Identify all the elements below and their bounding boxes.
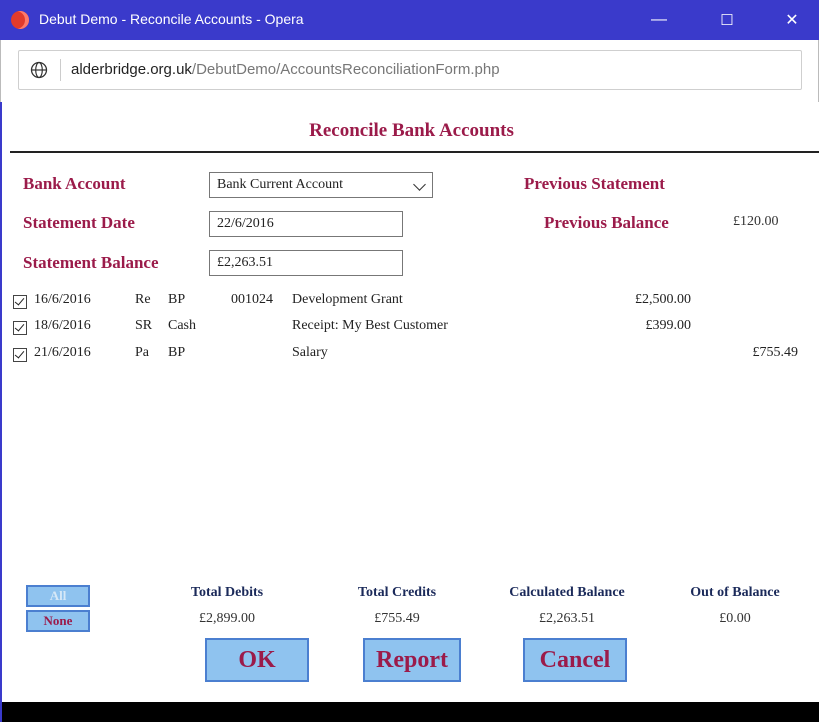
calculated-balance-value: £2,263.51 [539, 611, 595, 626]
maximize-button[interactable]: ☐ [704, 0, 750, 40]
total-credits-label: Total Credits [357, 585, 437, 600]
out-of-balance-value: £0.00 [719, 611, 751, 626]
transaction-type: Re [135, 292, 151, 307]
transaction-row: 21/6/2016 Pa BP Salary £755.49 [2, 345, 819, 369]
cancel-button[interactable]: Cancel [523, 638, 627, 682]
previous-statement-label: Previous Statement [524, 174, 665, 193]
bank-account-label: Bank Account [23, 174, 126, 193]
heading-divider [10, 151, 819, 153]
transaction-method: BP [168, 292, 186, 307]
close-button[interactable]: ✕ [769, 0, 815, 40]
out-of-balance-label: Out of Balance [690, 585, 780, 600]
url-text: alderbridge.org.uk/DebutDemo/AccountsRec… [71, 61, 500, 78]
minimize-button[interactable]: — [636, 0, 682, 40]
address-bar: alderbridge.org.uk/DebutDemo/AccountsRec… [0, 40, 819, 102]
window-titlebar: Debut Demo - Reconcile Accounts - Opera … [0, 0, 819, 40]
globe-icon [30, 61, 48, 79]
transaction-date: 16/6/2016 [34, 292, 91, 307]
transaction-debit: £399.00 [645, 318, 692, 333]
statement-date-label: Statement Date [23, 213, 135, 232]
transaction-date: 18/6/2016 [34, 318, 91, 333]
bottom-bar [2, 702, 819, 722]
transaction-type: Pa [135, 345, 149, 360]
statement-balance-label: Statement Balance [23, 253, 159, 272]
bank-account-selected: Bank Current Account [217, 177, 343, 192]
window-title: Debut Demo - Reconcile Accounts - Opera [39, 11, 304, 27]
statement-date-input[interactable]: 22/6/2016 [209, 211, 403, 237]
transaction-credit: £755.49 [752, 345, 799, 360]
previous-balance-value: £120.00 [733, 214, 779, 229]
url-field[interactable]: alderbridge.org.uk/DebutDemo/AccountsRec… [18, 50, 802, 90]
transaction-checkbox[interactable] [13, 295, 27, 309]
select-all-button[interactable]: All [26, 585, 90, 607]
transaction-method: Cash [168, 318, 196, 333]
total-debits-value: £2,899.00 [199, 611, 255, 626]
report-button[interactable]: Report [363, 638, 461, 682]
url-domain: alderbridge.org.uk [71, 61, 192, 78]
transaction-description: Receipt: My Best Customer [292, 318, 448, 333]
transaction-row: 16/6/2016 Re BP 001024 Development Grant… [2, 292, 819, 316]
transaction-method: BP [168, 345, 186, 360]
previous-balance-label: Previous Balance [544, 213, 669, 232]
page-content: Reconcile Bank Accounts Bank Account Ban… [0, 102, 819, 722]
transaction-checkbox[interactable] [13, 348, 27, 362]
calculated-balance-label: Calculated Balance [509, 585, 625, 600]
opera-logo-icon [11, 11, 29, 29]
url-path: /DebutDemo/AccountsReconciliationForm.ph… [191, 61, 500, 78]
select-none-button[interactable]: None [26, 610, 90, 632]
total-debits-label: Total Debits [190, 585, 264, 600]
transaction-description: Development Grant [292, 292, 403, 307]
transaction-date: 21/6/2016 [34, 345, 91, 360]
transaction-checkbox[interactable] [13, 321, 27, 335]
ok-button[interactable]: OK [205, 638, 309, 682]
transaction-ref: 001024 [231, 292, 273, 307]
chevron-down-icon [413, 178, 426, 191]
total-credits-value: £755.49 [374, 611, 420, 626]
transaction-type: SR [135, 318, 153, 333]
url-separator [60, 59, 61, 81]
transaction-description: Salary [292, 345, 328, 360]
transaction-row: 18/6/2016 SR Cash Receipt: My Best Custo… [2, 318, 819, 342]
statement-balance-input[interactable]: £2,263.51 [209, 250, 403, 276]
bank-account-select[interactable]: Bank Current Account [209, 172, 433, 198]
transaction-debit: £2,500.00 [635, 292, 691, 307]
page-title: Reconcile Bank Accounts [309, 120, 514, 141]
